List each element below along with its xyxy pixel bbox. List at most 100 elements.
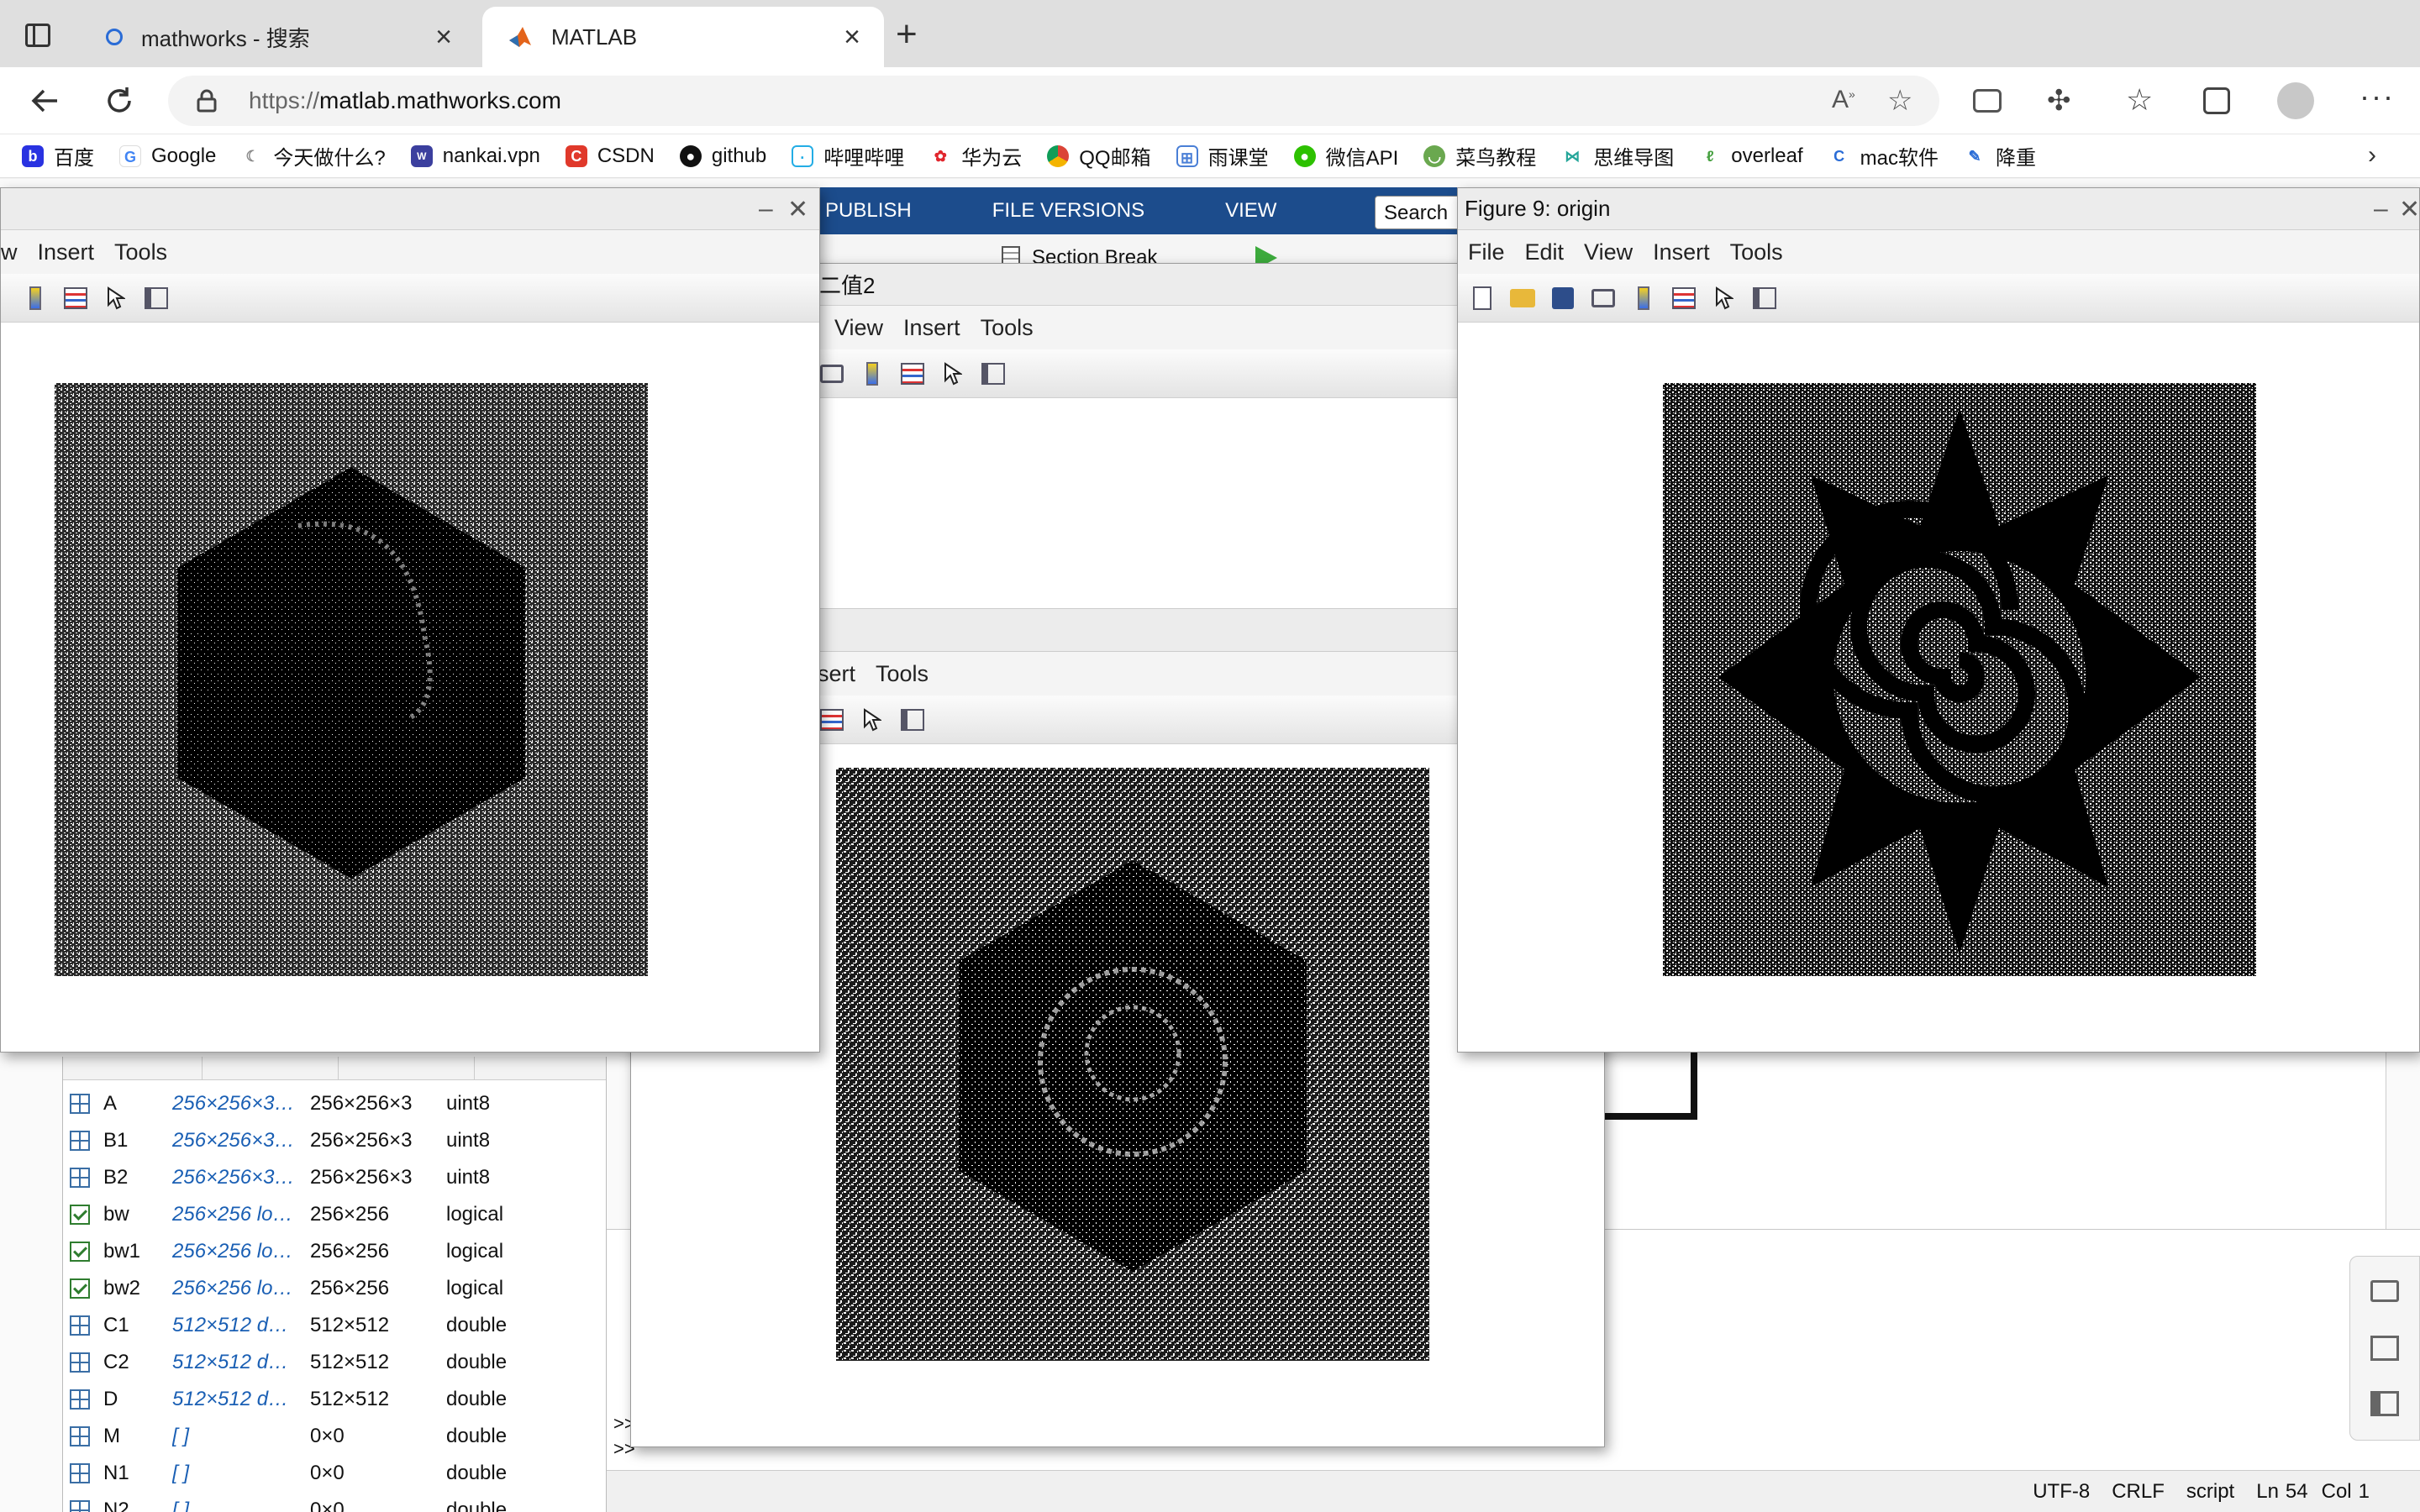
bookmark-mac-software[interactable]: Cmac软件: [1828, 141, 1939, 171]
back-arrow-icon[interactable]: [30, 86, 60, 116]
workspace-row[interactable]: N2 [ ] 0×0 double: [63, 1492, 606, 1512]
workspace-row[interactable]: C2 512×512 d… 512×512 double: [63, 1344, 606, 1381]
menu-tools[interactable]: Tools: [1730, 239, 1783, 265]
tab-view[interactable]: VIEW: [1225, 199, 1276, 223]
close-icon[interactable]: ✕: [787, 195, 808, 224]
bookmark-huaweicloud[interactable]: ✿ 华为云: [929, 141, 1022, 171]
menu-view[interactable]: View: [1584, 239, 1633, 265]
figure-title: Figure 9: origin: [1465, 196, 1611, 221]
bookmark-today[interactable]: ☾ 今天做什么?: [241, 141, 386, 171]
workspace-row[interactable]: B1 256×256×3… 256×256×3 uint8: [63, 1122, 606, 1159]
bookmark-wechat-api[interactable]: ● 微信API: [1293, 141, 1398, 171]
print-icon[interactable]: [1589, 284, 1618, 312]
workspace-row[interactable]: bw1 256×256 lo… 256×256 logical: [63, 1233, 606, 1270]
variable-class: double: [446, 1351, 508, 1373]
close-tab-icon[interactable]: ×: [427, 21, 460, 54]
extensions-icon[interactable]: ✣: [2047, 84, 2071, 118]
tab-publish[interactable]: PUBLISH: [825, 199, 912, 223]
refresh-icon[interactable]: [104, 86, 134, 116]
menu-insert[interactable]: Insert: [903, 315, 960, 341]
colorbar-icon[interactable]: [21, 284, 50, 312]
legend-icon[interactable]: [1670, 284, 1698, 312]
menu-tools[interactable]: Tools: [981, 315, 1034, 341]
property-editor-icon[interactable]: [142, 284, 171, 312]
dock-icon[interactable]: [2370, 1336, 2399, 1361]
chevron-right-icon[interactable]: ›: [2368, 141, 2376, 170]
legend-icon[interactable]: [818, 706, 846, 734]
profile-avatar[interactable]: [2277, 82, 2314, 119]
split-screen-icon[interactable]: [1973, 89, 2002, 113]
bookmark-yuketang[interactable]: ⊞ 雨课堂: [1176, 141, 1269, 171]
tab-file-versions[interactable]: FILE VERSIONS: [992, 199, 1144, 223]
encoding-status[interactable]: UTF-8: [2033, 1480, 2090, 1504]
more-options-icon[interactable]: ···: [2360, 79, 2395, 114]
legend-icon[interactable]: [898, 360, 927, 388]
close-icon[interactable]: ✕: [2399, 195, 2419, 224]
workspace-row[interactable]: A 256×256×3… 256×256×3 uint8: [63, 1085, 606, 1122]
cursor-icon[interactable]: [858, 706, 886, 734]
bookmark-github[interactable]: ● github: [679, 144, 766, 168]
tab-matlab[interactable]: MATLAB ×: [482, 7, 884, 67]
save-icon[interactable]: [1549, 284, 1577, 312]
menu-tools[interactable]: Tools: [114, 239, 167, 265]
minimize-icon[interactable]: –: [759, 195, 773, 223]
workspace-row[interactable]: bw 256×256 lo… 256×256 logical: [63, 1196, 606, 1233]
colorbar-icon[interactable]: [858, 360, 886, 388]
bookmark-mindmap[interactable]: ⋈ 思维导图: [1561, 141, 1674, 171]
new-tab-button[interactable]: +: [896, 13, 918, 55]
print-icon[interactable]: [818, 360, 846, 388]
favorites-icon[interactable]: ☆: [2126, 82, 2153, 118]
workspace-row[interactable]: D 512×512 d… 512×512 double: [63, 1381, 606, 1418]
menu-view[interactable]: w: [1, 239, 18, 265]
new-figure-icon[interactable]: [1468, 284, 1497, 312]
bookmark-runoob[interactable]: ◡ 菜鸟教程: [1423, 141, 1536, 171]
search-documentation-field[interactable]: Search: [1375, 196, 1462, 229]
layout-icon[interactable]: [2370, 1391, 2399, 1416]
bookmark-nankai-vpn[interactable]: Wnankai.vpn: [410, 144, 540, 168]
menu-file[interactable]: File: [1468, 239, 1505, 265]
bookmark-qqmail[interactable]: QQ邮箱: [1047, 141, 1151, 171]
workspace-row[interactable]: N1 [ ] 0×0 double: [63, 1455, 606, 1492]
read-aloud-icon[interactable]: A»: [1832, 86, 1855, 114]
close-tab-icon[interactable]: ×: [835, 21, 869, 54]
workspace-row[interactable]: C1 512×512 d… 512×512 double: [63, 1307, 606, 1344]
cursor-icon[interactable]: [1710, 284, 1739, 312]
collections-icon[interactable]: [2203, 87, 2230, 114]
open-folder-icon[interactable]: [1508, 284, 1537, 312]
array-variable-icon: [70, 1389, 90, 1410]
menu-insert[interactable]: Insert: [1653, 239, 1710, 265]
menu-insert[interactable]: sert: [818, 661, 855, 687]
variable-value: [ ]: [172, 1499, 190, 1512]
bookmark-bilibili[interactable]: · 哔哩哔哩: [792, 141, 904, 171]
tab-actions-icon[interactable]: [25, 24, 50, 47]
array-variable-icon: [70, 1426, 90, 1446]
workspace-row[interactable]: M [ ] 0×0 double: [63, 1418, 606, 1455]
menu-edit[interactable]: Edit: [1525, 239, 1565, 265]
overleaf-leaf-icon: ℓ: [1699, 144, 1722, 167]
lock-icon[interactable]: [197, 89, 217, 113]
property-editor-icon[interactable]: [1750, 284, 1779, 312]
property-editor-icon[interactable]: [979, 360, 1007, 388]
cursor-icon[interactable]: [102, 284, 130, 312]
bookmark-google[interactable]: G Google: [119, 144, 216, 168]
print-icon[interactable]: [2370, 1280, 2399, 1302]
workspace-row[interactable]: bw2 256×256 lo… 256×256 logical: [63, 1270, 606, 1307]
tab-mathworks-search[interactable]: mathworks - 搜索 ×: [81, 7, 476, 67]
menu-insert[interactable]: Insert: [38, 239, 95, 265]
minimize-icon[interactable]: –: [2374, 195, 2388, 223]
cursor-icon[interactable]: [939, 360, 967, 388]
add-favorite-icon[interactable]: ☆: [1887, 84, 1912, 118]
address-field[interactable]: https://matlab.mathworks.com A» ☆: [168, 76, 1939, 126]
legend-icon[interactable]: [61, 284, 90, 312]
bookmark-baidu[interactable]: b 百度: [22, 141, 94, 171]
line-ending-status[interactable]: CRLF: [2112, 1480, 2165, 1504]
bookmark-reduce[interactable]: ✎ 降重: [1964, 141, 2036, 171]
menu-view[interactable]: View: [834, 315, 883, 341]
menu-tools[interactable]: Tools: [876, 661, 929, 687]
property-editor-icon[interactable]: [898, 706, 927, 734]
bookmark-overleaf[interactable]: ℓ overleaf: [1699, 144, 1803, 168]
workspace-panel: A 256×256×3… 256×256×3 uint8 B1 256×256×3… 256…: [62, 1057, 607, 1512]
bookmark-csdn[interactable]: C CSDN: [565, 144, 655, 168]
colorbar-icon[interactable]: [1629, 284, 1658, 312]
workspace-row[interactable]: B2 256×256×3… 256×256×3 uint8: [63, 1159, 606, 1196]
